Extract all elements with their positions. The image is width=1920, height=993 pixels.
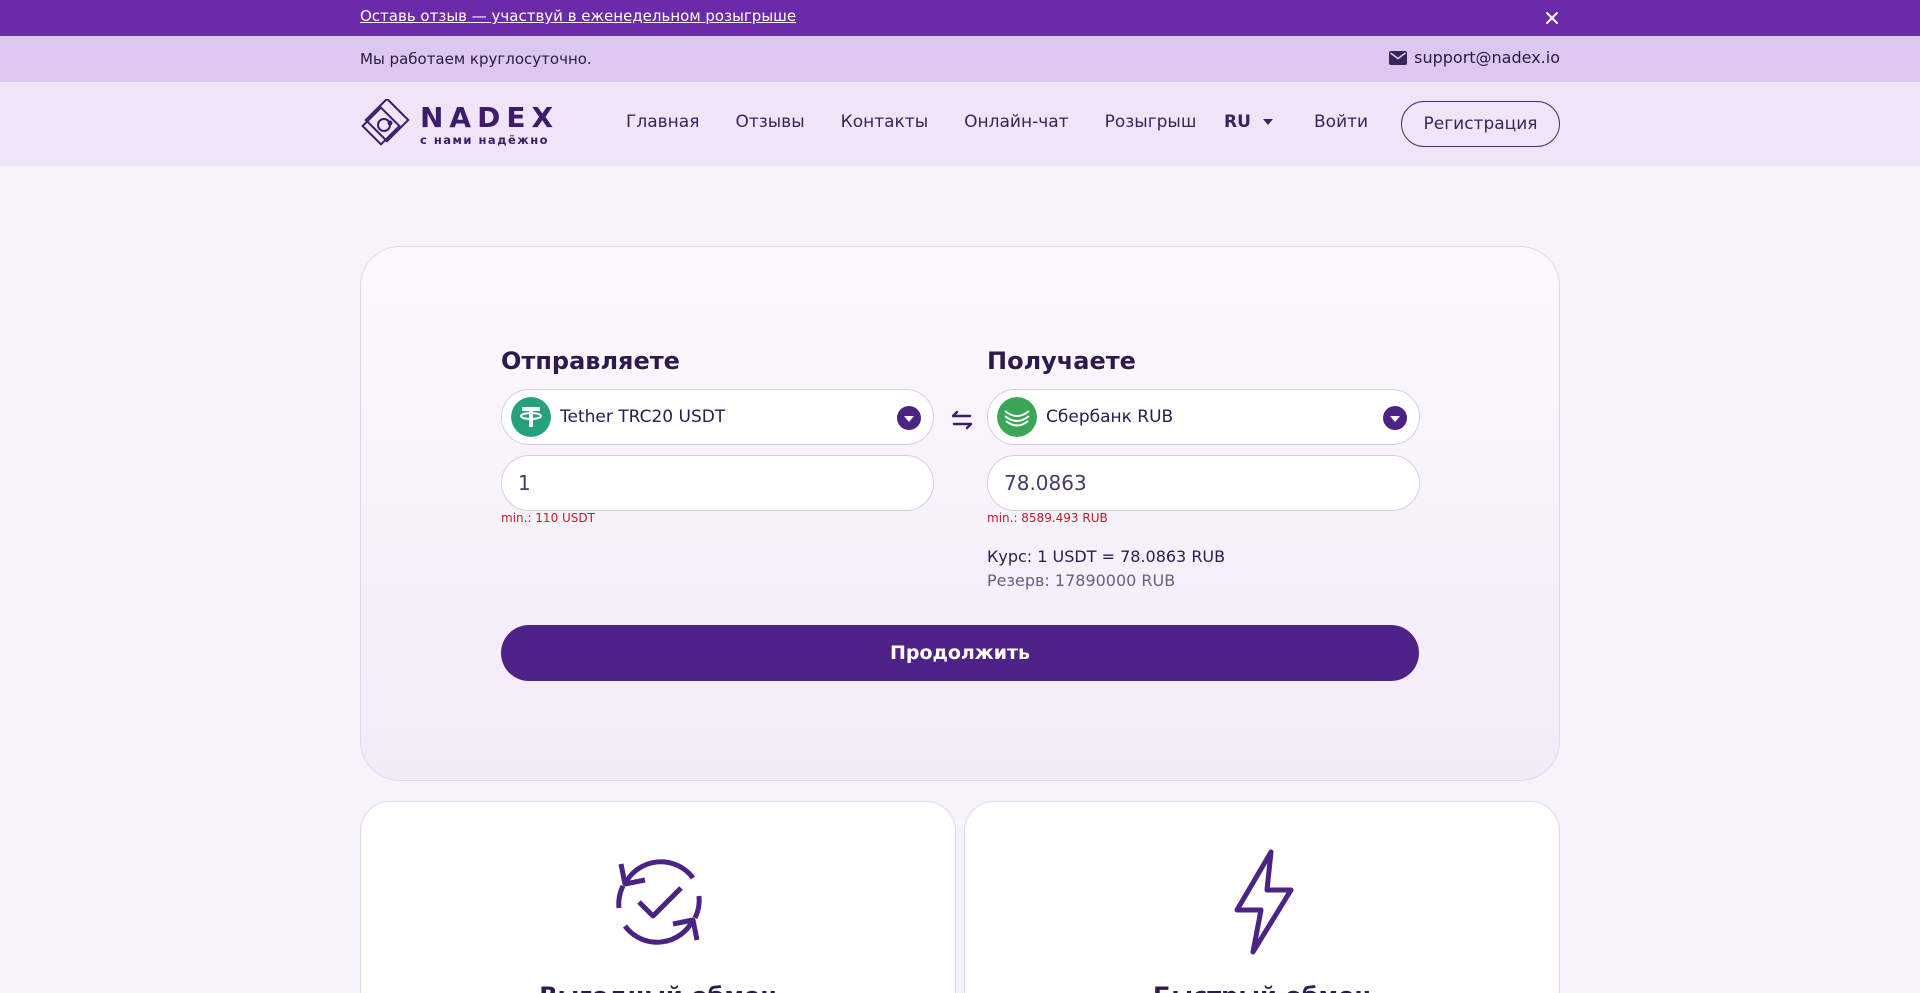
receive-title: Получаете bbox=[987, 347, 1136, 375]
receive-min-hint: min.: 8589.493 RUB bbox=[987, 511, 1108, 525]
refresh-check-icon bbox=[616, 859, 702, 945]
exchange-rate: Курс: 1 USDT = 78.0863 RUB bbox=[987, 547, 1226, 566]
send-amount-input[interactable] bbox=[501, 455, 934, 511]
nav-item-online-chat[interactable]: Онлайн-чат bbox=[964, 112, 1068, 132]
feature-card-fast: Быстрый обмен bbox=[964, 801, 1560, 993]
receive-currency-label: Сбербанк RUB bbox=[1046, 407, 1174, 427]
swap-icon[interactable] bbox=[949, 407, 975, 433]
feature-title: Быстрый обмен bbox=[965, 982, 1559, 993]
chevron-down-icon bbox=[897, 406, 921, 430]
promo-bar: Оставь отзыв — участвуй в еженедельном р… bbox=[0, 0, 1920, 36]
language-label: RU bbox=[1224, 112, 1251, 132]
send-currency-label: Tether TRC20 USDT bbox=[560, 407, 726, 427]
support-email-link[interactable]: support@nadex.io bbox=[1389, 48, 1560, 67]
logo[interactable]: NADEX с нами надёжно bbox=[360, 98, 560, 152]
main-nav: Главная Отзывы Контакты Онлайн-чат Розыг… bbox=[626, 112, 1232, 132]
chevron-down-icon bbox=[1262, 119, 1273, 125]
tether-icon bbox=[511, 397, 551, 437]
receive-amount-input[interactable] bbox=[987, 455, 1420, 511]
sberbank-icon bbox=[997, 397, 1037, 437]
nav-item-giveaway[interactable]: Розыгрыш bbox=[1105, 112, 1197, 132]
receive-currency-select[interactable]: Сбербанк RUB bbox=[987, 389, 1420, 445]
register-button[interactable]: Регистрация bbox=[1401, 101, 1560, 147]
brand-tagline: с нами надёжно bbox=[420, 133, 550, 147]
feature-title: Выгодный обмен bbox=[361, 982, 955, 993]
site-header: NADEX с нами надёжно Главная Отзывы Конт… bbox=[0, 82, 1920, 166]
logo-mark-icon bbox=[361, 99, 410, 146]
send-currency-select[interactable]: Tether TRC20 USDT bbox=[501, 389, 934, 445]
feature-card-profitable: Выгодный обмен bbox=[360, 801, 956, 993]
nav-item-contacts[interactable]: Контакты bbox=[841, 112, 929, 132]
chevron-down-icon bbox=[1383, 406, 1407, 430]
support-email: support@nadex.io bbox=[1414, 48, 1560, 67]
mail-icon bbox=[1389, 50, 1408, 65]
send-min-hint: min.: 110 USDT bbox=[501, 511, 595, 525]
language-selector[interactable]: RU bbox=[1224, 112, 1273, 132]
nav-item-reviews[interactable]: Отзывы bbox=[735, 112, 804, 132]
exchange-card: Отправляете Получаете Tether TRC20 USDT … bbox=[360, 246, 1560, 781]
send-title: Отправляете bbox=[501, 347, 680, 375]
working-hours-text: Мы работаем круглосуточно. bbox=[360, 50, 592, 68]
promo-link[interactable]: Оставь отзыв — участвуй в еженедельном р… bbox=[360, 7, 796, 25]
close-icon[interactable] bbox=[1542, 8, 1562, 28]
brand-name: NADEX bbox=[420, 101, 560, 134]
reserve-amount: Резерв: 17890000 RUB bbox=[987, 571, 1176, 590]
lightning-icon bbox=[1234, 849, 1294, 955]
continue-button[interactable]: Продолжить bbox=[501, 625, 1419, 681]
login-link[interactable]: Войти bbox=[1314, 112, 1368, 132]
nav-item-home[interactable]: Главная bbox=[626, 112, 699, 132]
info-bar: Мы работаем круглосуточно. support@nadex… bbox=[0, 36, 1920, 82]
